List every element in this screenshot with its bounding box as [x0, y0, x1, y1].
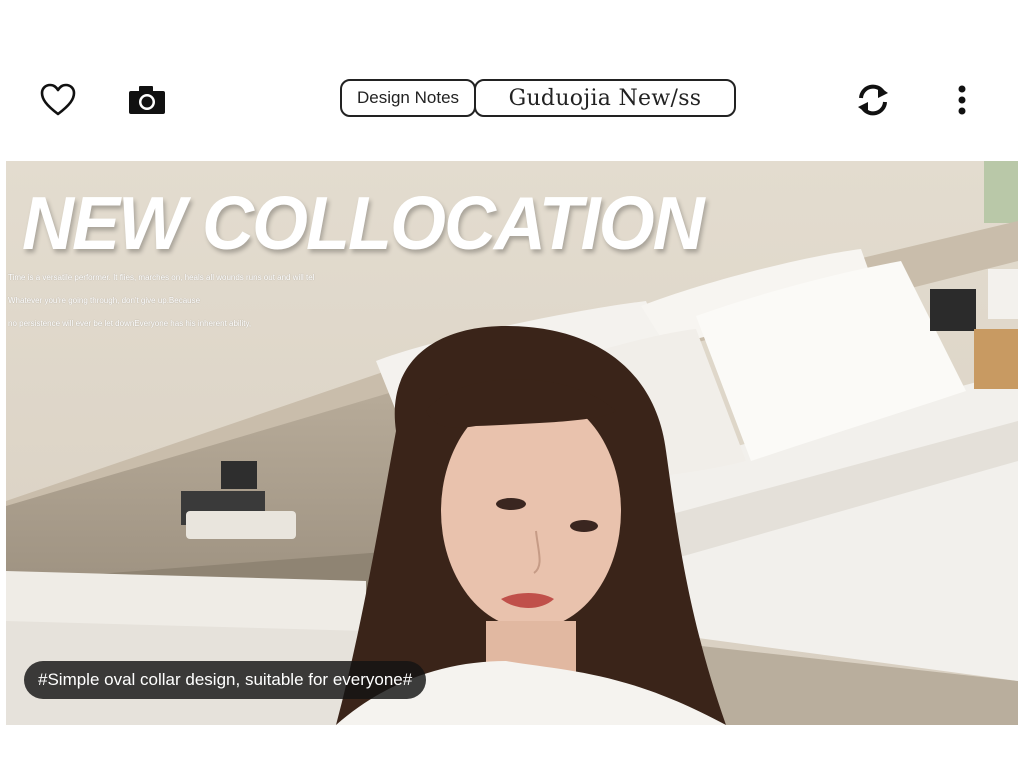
- refresh-icon: [858, 84, 888, 116]
- tab-design-notes[interactable]: Design Notes: [340, 79, 476, 117]
- refresh-button[interactable]: [850, 78, 896, 122]
- more-button[interactable]: [944, 78, 980, 122]
- camera-button[interactable]: [124, 80, 170, 120]
- tab-brand-label: Guduojia New/ss: [508, 85, 702, 111]
- favorite-button[interactable]: [36, 80, 80, 120]
- banner-caption: #Simple oval collar design, suitable for…: [24, 661, 427, 699]
- banner-tagline-2: Whatever you're going through, don't giv…: [8, 296, 201, 305]
- tab-brand[interactable]: Guduojia New/ss: [474, 79, 736, 117]
- banner-tagline-3: no persistence will ever be let downEver…: [8, 319, 252, 328]
- top-toolbar: Design Notes Guduojia New/ss: [0, 0, 1024, 160]
- banner-tagline-1: Time is a versatile performer. It flies,…: [8, 273, 315, 282]
- banner-headline: NEW COLLOCATION: [22, 182, 705, 266]
- tab-design-notes-label: Design Notes: [356, 88, 460, 107]
- camera-icon: [129, 86, 165, 114]
- more-vertical-icon: [958, 85, 966, 115]
- banner-caption-text: #Simple oval collar design, suitable for…: [38, 670, 413, 689]
- heart-icon: [40, 83, 76, 116]
- hero-banner: NEW COLLOCATION Time is a versatile perf…: [6, 161, 1018, 725]
